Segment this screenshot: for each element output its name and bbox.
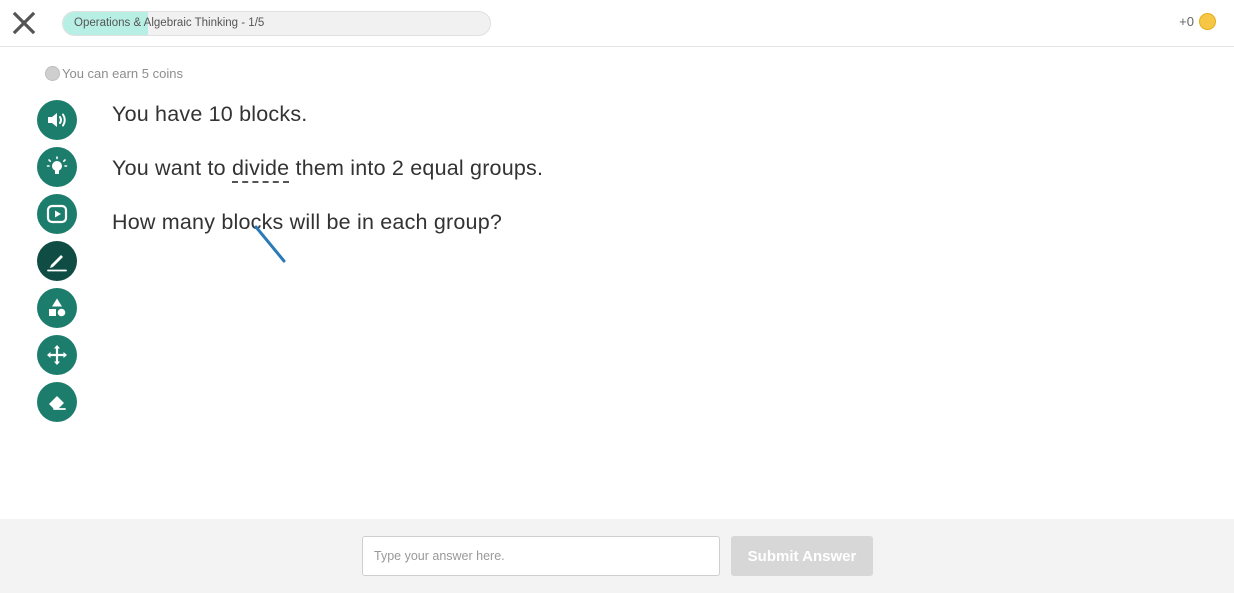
- progress-bar: Operations & Algebraic Thinking - 1/5: [62, 11, 491, 36]
- answer-input[interactable]: [362, 536, 720, 576]
- question-line-2: You want to divide them into 2 equal gro…: [112, 154, 543, 208]
- submit-answer-button[interactable]: Submit Answer: [731, 536, 873, 576]
- gray-coin-icon: [45, 66, 60, 81]
- coin-counter: +0: [1179, 13, 1216, 30]
- eraser-tool-button[interactable]: [37, 382, 77, 422]
- question-line-1: You have 10 blocks.: [112, 102, 308, 126]
- draw-tool-button[interactable]: [37, 241, 77, 281]
- shapes-icon: [49, 298, 66, 317]
- play-icon: [46, 204, 68, 224]
- pencil-icon: [47, 255, 67, 272]
- close-button[interactable]: [10, 9, 38, 37]
- move-tool-button[interactable]: [37, 335, 77, 375]
- speaker-icon: [48, 113, 66, 127]
- coin-icon: [1199, 13, 1216, 30]
- question-line-2-end: them into 2 equal groups.: [289, 156, 544, 180]
- top-bar: Operations & Algebraic Thinking - 1/5 +0: [0, 0, 1234, 47]
- progress-label: Operations & Algebraic Thinking - 1/5: [74, 17, 265, 29]
- move-arrows-icon: [47, 345, 67, 365]
- video-button[interactable]: [37, 194, 77, 234]
- eraser-icon: [49, 396, 66, 410]
- shapes-tool-button[interactable]: [37, 288, 77, 328]
- question-line-3: How many blocks will be in each group?: [112, 210, 503, 234]
- hint-button[interactable]: [37, 147, 77, 187]
- coin-count: +0: [1179, 14, 1194, 29]
- close-icon: [12, 11, 36, 35]
- question-text: You have 10 blocks. You want to divide t…: [112, 100, 543, 262]
- vocab-word-divide[interactable]: divide: [231, 156, 290, 183]
- question-line-2-start: You want to: [112, 156, 232, 180]
- earn-coins-text: You can earn 5 coins: [62, 66, 183, 81]
- earn-coins-note: You can earn 5 coins: [45, 66, 183, 81]
- read-aloud-button[interactable]: [37, 100, 77, 140]
- tool-sidebar: [37, 100, 77, 429]
- answer-bar: Submit Answer: [0, 519, 1234, 593]
- lightbulb-icon: [46, 156, 68, 174]
